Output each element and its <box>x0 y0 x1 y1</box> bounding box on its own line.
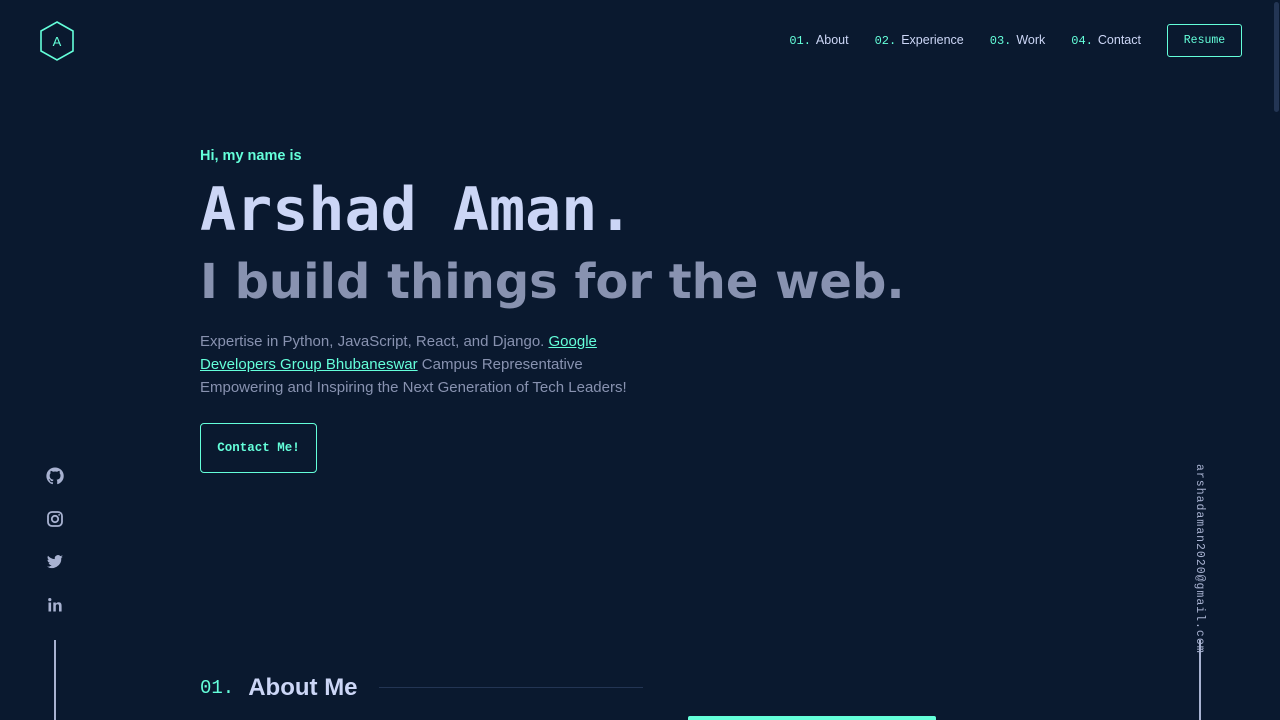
about-heading-rule <box>379 687 643 688</box>
hero-section: Hi, my name is Arshad Aman. I build thin… <box>200 148 905 473</box>
nav-label: Experience <box>901 33 964 47</box>
resume-button[interactable]: Resume <box>1167 24 1242 57</box>
about-image-frame <box>688 716 936 720</box>
github-icon[interactable] <box>43 466 67 490</box>
right-rail-line <box>1199 640 1201 720</box>
social-links <box>43 464 67 638</box>
about-number: 01. <box>200 677 235 699</box>
nav-label: About <box>815 33 849 47</box>
portfolio-page: A 01. About 02. Experience 03. Work 04. … <box>0 0 1280 720</box>
nav-label: Work <box>1016 33 1046 47</box>
hero-tagline: I build things for the web. <box>200 254 905 310</box>
nav-item-contact[interactable]: 04. Contact <box>1071 33 1141 48</box>
scrollbar-thumb[interactable] <box>1274 2 1279 112</box>
nav-item-about[interactable]: 01. About <box>789 33 848 48</box>
contact-me-button[interactable]: Contact Me! <box>200 423 317 473</box>
nav-number: 04. <box>1071 34 1093 48</box>
twitter-icon[interactable] <box>43 552 67 576</box>
nav-item-work[interactable]: 03. Work <box>990 33 1046 48</box>
email-link[interactable]: arshadaman2020@gmail.com <box>1193 464 1206 654</box>
nav-number: 02. <box>874 34 897 48</box>
left-rail-line <box>54 640 56 720</box>
nav-label: Contact <box>1097 33 1141 47</box>
nav-number: 03. <box>989 34 1012 48</box>
page-scrollbar[interactable] <box>1272 0 1280 720</box>
about-title: About Me <box>248 674 358 701</box>
linkedin-icon[interactable] <box>43 595 67 619</box>
logo-button[interactable]: A <box>38 20 76 62</box>
bio-text-prefix: Expertise in Python, JavaScript, React, … <box>200 333 549 350</box>
nav-item-experience[interactable]: 02. Experience <box>875 33 964 48</box>
hero-greeting: Hi, my name is <box>200 148 302 164</box>
hero-bio: Expertise in Python, JavaScript, React, … <box>200 330 640 399</box>
main-nav: 01. About 02. Experience 03. Work 04. Co… <box>789 24 1242 57</box>
about-section-heading: 01. About Me <box>200 674 358 702</box>
instagram-icon[interactable] <box>43 509 67 533</box>
nav-number: 01. <box>789 34 811 48</box>
logo-letter: A <box>52 33 62 49</box>
hero-name: Arshad Aman. <box>200 175 634 245</box>
